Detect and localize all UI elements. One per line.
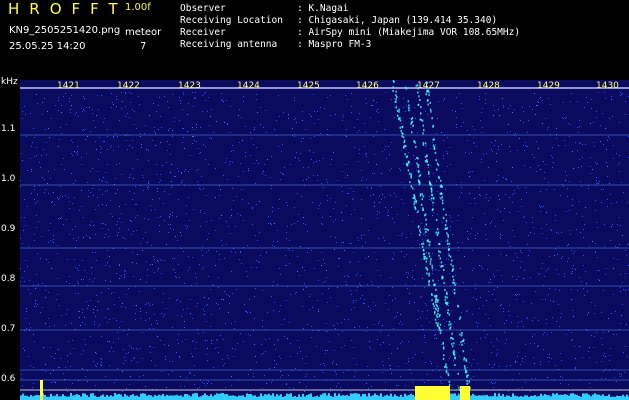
app-title: HROFFT (8, 0, 128, 18)
x-tick-label: 1422 (117, 81, 140, 91)
x-tick-label: 1430 (596, 81, 619, 91)
meteor-count: 7 (140, 41, 147, 52)
file-datetime: 25.05.25 14:20 (9, 41, 86, 52)
info-value: : K.Nagai (297, 3, 349, 14)
y-tick-label: 0.6 (1, 374, 16, 384)
x-tick-label: 1429 (537, 81, 560, 91)
x-tick-label: 1424 (237, 81, 260, 91)
spectrogram-canvas (20, 80, 629, 400)
y-tick-label: 1.0 (1, 174, 16, 184)
info-value: : Chigasaki, Japan (139.414 35.340) (297, 15, 498, 26)
x-tick-label: 1421 (57, 81, 80, 91)
info-key: Receiver (180, 27, 226, 38)
header-panel: HROFFT 1.00f KN9_2505251420.png 25.05.25… (0, 0, 629, 78)
info-location: Receiving Location : Chigasaki, Japan (13… (180, 15, 497, 26)
x-tick-label: 1423 (178, 81, 201, 91)
info-value: : AirSpy mini (Miakejima VOR 108.65MHz) (297, 27, 521, 38)
y-tick-label: 0.8 (1, 274, 16, 284)
version-label: 1.00f (125, 2, 151, 13)
info-antenna: Receiving antenna : Maspro FM-3 (180, 39, 371, 50)
y-tick-label: 1.1 (1, 124, 16, 134)
meteor-label: meteor (125, 27, 162, 38)
x-tick-label: 1425 (297, 81, 320, 91)
x-tick-label: 1426 (356, 81, 379, 91)
y-axis-unit: kHz (1, 77, 18, 87)
y-tick-label: 0.9 (1, 224, 16, 234)
info-observer: Observer : K.Nagai (180, 3, 348, 14)
info-value: : Maspro FM-3 (297, 39, 372, 50)
y-tick-label: 0.7 (1, 324, 16, 334)
x-tick-label: 1427 (417, 81, 440, 91)
info-key: Receiving Location (180, 15, 283, 26)
info-key: Receiving antenna (180, 39, 278, 50)
info-key: Observer (180, 3, 226, 14)
spectrogram-plot (20, 80, 629, 400)
info-receiver: Receiver : AirSpy mini (Miakejima VOR 108… (180, 27, 520, 38)
x-tick-label: 1428 (477, 81, 500, 91)
file-name: KN9_2505251420.png (9, 25, 121, 36)
